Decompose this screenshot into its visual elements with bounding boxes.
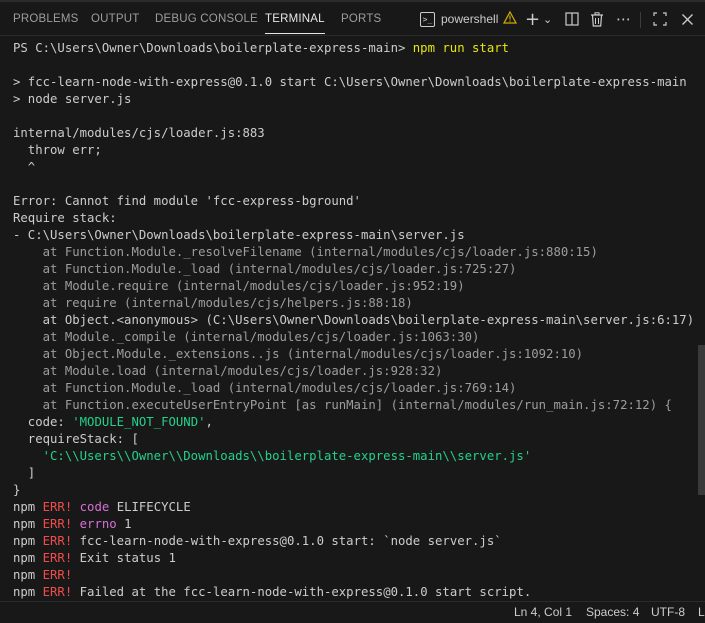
terminal-line: ^ xyxy=(13,160,36,174)
split-terminal-icon[interactable] xyxy=(565,12,579,30)
err-value: ELIFECYCLE xyxy=(116,500,191,514)
stack-frame: at require (internal/modules/cjs/helpers… xyxy=(13,296,413,310)
npm-err-line: npm ERR! xyxy=(13,567,72,584)
terminal-line: } xyxy=(13,483,21,497)
npm-err-line: npm ERR! Failed at the fcc-learn-node-wi… xyxy=(13,584,531,601)
terminal-line: Error: Cannot find module 'fcc-express-b… xyxy=(13,194,361,208)
terminal-line: ] xyxy=(13,466,36,480)
npm-label: npm xyxy=(13,585,36,599)
stack-frame: at Function.executeUserEntryPoint [as ru… xyxy=(13,398,672,412)
shell-selector[interactable]: >_ powershell xyxy=(420,10,518,28)
err-message: fcc-learn-node-with-express@0.1.0 start:… xyxy=(79,534,502,548)
err-label: ERR! xyxy=(42,551,73,565)
err-value: 1 xyxy=(124,517,132,531)
terminal-line: - C:\Users\Owner\Downloads\boilerplate-e… xyxy=(13,228,465,242)
npm-label: npm xyxy=(13,517,36,531)
err-label: ERR! xyxy=(42,534,73,548)
stack-frame: at Object.<anonymous> (C:\Users\Owner\Do… xyxy=(13,313,695,327)
line-ending[interactable]: L xyxy=(698,605,705,619)
code-key: code: xyxy=(13,415,73,429)
npm-err-line: npm ERR! code ELIFECYCLE xyxy=(13,499,191,516)
err-label: ERR! xyxy=(42,568,73,582)
terminal-output[interactable]: PS C:\Users\Owner\Downloads\boilerplate-… xyxy=(0,36,705,601)
terminal-line: throw err; xyxy=(13,143,102,157)
terminal-scrollbar[interactable] xyxy=(698,345,705,495)
stack-frame: at Object.Module._extensions..js (intern… xyxy=(13,347,584,361)
npm-label: npm xyxy=(13,568,36,582)
err-message: Exit status 1 xyxy=(79,551,176,565)
cursor-position[interactable]: Ln 4, Col 1 xyxy=(514,605,572,619)
terminal-line: > node server.js xyxy=(13,92,132,106)
encoding[interactable]: UTF-8 xyxy=(651,605,685,619)
err-key: errno xyxy=(79,517,117,531)
stack-frame: at Function.Module._load (internal/modul… xyxy=(13,262,517,276)
terminal-line: > fcc-learn-node-with-express@0.1.0 star… xyxy=(13,75,687,89)
stack-frame: at Function.Module._resolveFilename (int… xyxy=(13,245,598,259)
tab-ports[interactable]: PORTS xyxy=(341,2,381,35)
stack-frame: at Function.Module._load (internal/modul… xyxy=(13,381,517,395)
stack-frame: at Module.load (internal/modules/cjs/loa… xyxy=(13,364,443,378)
maximize-icon[interactable] xyxy=(653,12,667,30)
err-label: ERR! xyxy=(42,585,73,599)
panel-tab-bar: PROBLEMS OUTPUT DEBUG CONSOLE TERMINAL P… xyxy=(0,2,705,36)
err-label: ERR! xyxy=(42,517,73,531)
npm-err-line: npm ERR! fcc-learn-node-with-express@0.1… xyxy=(13,533,502,550)
prompt: PS C:\Users\Owner\Downloads\boilerplate-… xyxy=(13,41,413,55)
err-key: code xyxy=(79,500,110,514)
close-icon[interactable] xyxy=(681,12,694,30)
tab-debug-console[interactable]: DEBUG CONSOLE xyxy=(155,2,258,35)
terminal-icon: >_ xyxy=(420,11,435,27)
err-label: ERR! xyxy=(42,500,73,514)
code-value: 'MODULE_NOT_FOUND' xyxy=(72,415,206,429)
dropdown-icon[interactable]: ⌄ xyxy=(543,11,552,29)
error-code-line: code: 'MODULE_NOT_FOUND', xyxy=(13,414,213,431)
indentation[interactable]: Spaces: 4 xyxy=(586,605,639,619)
require-stack-path: 'C:\\Users\\Owner\\Downloads\\boilerplat… xyxy=(13,449,532,463)
terminal-line: Require stack: xyxy=(13,211,117,225)
npm-err-line: npm ERR! errno 1 xyxy=(13,516,132,533)
status-bar: Ln 4, Col 1 Spaces: 4 UTF-8 L xyxy=(0,601,705,623)
new-terminal-icon[interactable]: + xyxy=(525,11,540,29)
npm-label: npm xyxy=(13,534,36,548)
err-message: Failed at the fcc-learn-node-with-expres… xyxy=(79,585,532,599)
terminal-prompt-line: PS C:\Users\Owner\Downloads\boilerplate-… xyxy=(13,40,509,57)
stack-frame: at Module._compile (internal/modules/cjs… xyxy=(13,330,480,344)
toolbar-separator xyxy=(640,12,641,28)
more-actions-icon[interactable]: ⋯ xyxy=(616,10,631,28)
npm-label: npm xyxy=(13,551,36,565)
shell-label: powershell xyxy=(441,12,499,26)
terminal-line: internal/modules/cjs/loader.js:883 xyxy=(13,126,265,140)
stack-frame: at Module.require (internal/modules/cjs/… xyxy=(13,279,465,293)
warning-icon[interactable] xyxy=(503,10,518,27)
tab-terminal[interactable]: TERMINAL xyxy=(265,2,325,35)
command: npm run start xyxy=(412,41,510,55)
trash-icon[interactable] xyxy=(590,12,604,30)
npm-label: npm xyxy=(13,500,36,514)
tab-output[interactable]: OUTPUT xyxy=(91,2,139,35)
tab-problems[interactable]: PROBLEMS xyxy=(13,2,79,35)
comma: , xyxy=(205,415,213,429)
npm-err-line: npm ERR! Exit status 1 xyxy=(13,550,176,567)
terminal-line: requireStack: [ xyxy=(13,432,139,446)
